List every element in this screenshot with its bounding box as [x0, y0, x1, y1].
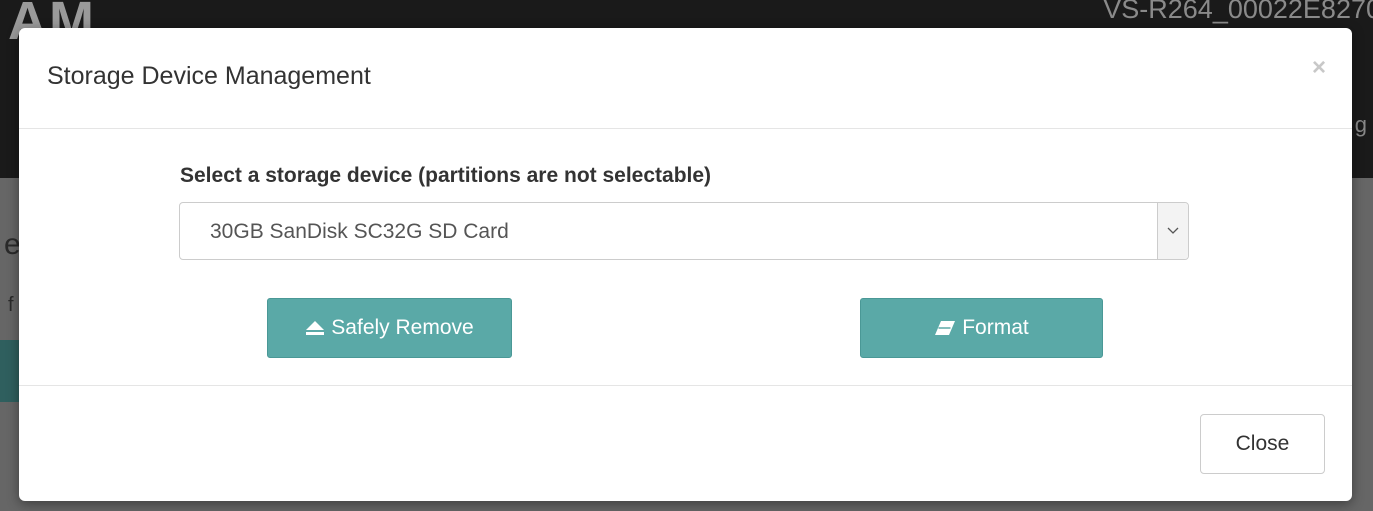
close-button[interactable]: Close	[1200, 414, 1325, 474]
background-nav-item: g	[1354, 112, 1367, 137]
storage-device-label: Select a storage device (partitions are …	[180, 164, 712, 187]
background-text: f	[8, 294, 14, 316]
modal-title: Storage Device Management	[47, 62, 371, 90]
modal-footer	[19, 385, 1352, 386]
storage-device-modal: Storage Device Management × Select a sto…	[19, 28, 1352, 501]
safely-remove-button[interactable]: Safely Remove	[267, 298, 512, 358]
storage-device-select[interactable]: 30GB SanDisk SC32G SD Card	[179, 202, 1189, 260]
safely-remove-label: Safely Remove	[331, 316, 474, 339]
eraser-icon	[934, 320, 956, 336]
selected-device-value: 30GB SanDisk SC32G SD Card	[210, 220, 509, 243]
select-arrow-button[interactable]	[1157, 203, 1188, 259]
format-label: Format	[962, 316, 1029, 339]
modal-header: Storage Device Management ×	[19, 28, 1352, 129]
chevron-down-icon	[1167, 227, 1179, 235]
modal-close-icon[interactable]: ×	[1312, 56, 1326, 80]
format-button[interactable]: Format	[860, 298, 1103, 358]
background-device-id: VS-R264_00022E8270	[1103, 0, 1373, 24]
eject-icon	[305, 320, 325, 336]
